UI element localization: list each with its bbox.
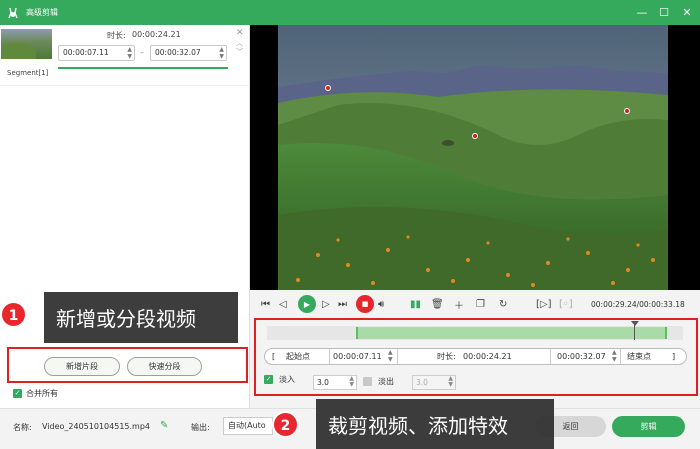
merge-all-checkbox[interactable]: ✓ <box>13 389 22 398</box>
add-icon[interactable]: ＋ <box>454 295 464 313</box>
step-back-icon[interactable]: ◁ <box>279 295 287 313</box>
fade-out-checkbox[interactable] <box>363 377 372 386</box>
delete-icon[interactable]: 🗑︎ <box>431 295 444 313</box>
video-preview-area[interactable] <box>250 25 700 290</box>
end-point-input[interactable]: 00:00:32.07 <box>557 349 606 364</box>
callout-1-badge: 1 <box>0 301 27 328</box>
output-label: 输出: <box>191 423 210 432</box>
trim-points-row: [ 起始点 00:00:07.11 ▲ ▼ 时长: 00:00:24.21 00:… <box>264 348 687 365</box>
filename-value: Video_240510104515.mp4 <box>42 422 150 431</box>
segment-end-value: 00:00:32.07 <box>155 48 201 57</box>
segment-duration-label: 时长: <box>107 31 126 40</box>
fade-out-spinner[interactable]: ▲ ▼ <box>448 376 453 388</box>
fade-out-value: 3.0 <box>416 378 428 387</box>
fade-in-label: 淡入 <box>279 375 295 384</box>
start-point-button[interactable]: 起始点 <box>286 349 310 364</box>
end-point-spinner[interactable]: ▲ ▼ <box>612 349 617 364</box>
end-bracket: ] <box>672 352 676 361</box>
volume-icon[interactable]: 🔊︎ <box>378 295 384 313</box>
keyframe-marker-3[interactable] <box>624 108 630 114</box>
trim-duration-label: 时长: <box>437 352 456 361</box>
minimize-button[interactable]: — <box>631 0 653 25</box>
set-out-point-icon[interactable]: [◦] <box>559 295 573 313</box>
callout-1-text: 新增或分段视频 <box>56 307 196 331</box>
window-title: 高级剪辑 <box>26 8 58 17</box>
keyframe-marker-1[interactable] <box>325 85 331 91</box>
segment-move-down-icon[interactable]: ﹀ <box>236 47 243 57</box>
trim-duration-value: 00:00:24.21 <box>463 352 512 361</box>
fade-in-checkbox[interactable]: ✓ <box>264 375 273 384</box>
play-button[interactable]: ▶ <box>298 295 316 313</box>
start-point-spinner[interactable]: ▲ ▼ <box>388 349 393 364</box>
cut-button[interactable]: 剪辑 <box>612 416 685 437</box>
range-dash: – <box>140 48 144 57</box>
start-point-input[interactable]: 00:00:07.11 <box>333 349 382 364</box>
copy-icon[interactable]: ❐ <box>476 295 485 313</box>
callout-2-text: 裁剪视频、添加特效 <box>328 413 508 438</box>
filename-label: 名称: <box>13 423 32 432</box>
trim-timeline[interactable] <box>267 321 683 340</box>
segment-start-spinner[interactable]: ▲ ▼ <box>127 46 132 60</box>
new-clip-button[interactable]: 新增片段 <box>44 357 120 376</box>
segment-end-spinner[interactable]: ▲ ▼ <box>219 46 224 60</box>
callout-2-badge: 2 <box>272 411 299 438</box>
maximize-button[interactable]: ☐ <box>653 0 675 25</box>
merge-all-label: 合并所有 <box>26 389 58 398</box>
video-frame[interactable] <box>278 25 668 290</box>
playhead-handle[interactable] <box>631 321 639 326</box>
fade-in-spinner[interactable]: ▲ ▼ <box>349 376 354 388</box>
segment-start-input[interactable]: 00:00:07.11 ▲ ▼ <box>58 45 135 61</box>
trim-selection-range[interactable] <box>356 327 667 339</box>
callout-new-or-split: 新增或分段视频 <box>44 292 238 343</box>
video-landscape-image <box>278 25 668 290</box>
quick-split-button[interactable]: 快速分段 <box>127 357 202 376</box>
step-forward-icon[interactable]: ▷ <box>322 295 330 313</box>
fade-in-row[interactable]: ✓ 淡入 <box>264 374 295 385</box>
divider <box>0 85 250 86</box>
fade-in-input[interactable]: 3.0 ▲ ▼ <box>313 375 357 390</box>
segment-label: Segment[1] <box>7 69 49 77</box>
end-point-button[interactable]: 结束点 <box>627 349 651 364</box>
output-format-select[interactable]: 自动(Auto <box>223 417 273 435</box>
app-logo-icon <box>6 6 20 20</box>
segment-card[interactable]: Segment[1] 时长: 00:00:24.21 00:00:07.11 ▲… <box>0 25 250 80</box>
fade-in-value: 3.0 <box>317 378 329 387</box>
edit-filename-icon[interactable]: ✎ <box>160 420 168 431</box>
playback-controls: ⏮ ◁ ▶ ▷ ⏭ ■ 🔊︎ ▮▮ 🗑︎ ＋ ❐ ↻ [▷] [◦] 00:00… <box>250 290 700 318</box>
fade-out-input[interactable]: 3.0 ▲ ▼ <box>412 375 456 390</box>
callout-trim-effects: 裁剪视频、添加特效 <box>316 399 554 449</box>
title-bar: 高级剪辑 — ☐ ✕ <box>0 0 700 25</box>
segment-end-input[interactable]: 00:00:32.07 ▲ ▼ <box>150 45 227 61</box>
rotate-icon[interactable]: ↻ <box>499 295 507 313</box>
split-icon[interactable]: ▮▮ <box>410 295 421 313</box>
segment-progress-bar <box>58 67 228 69</box>
segment-thumbnail[interactable] <box>1 29 52 59</box>
skip-end-icon[interactable]: ⏭ <box>338 295 347 313</box>
segment-duration-value: 00:00:24.21 <box>132 30 181 39</box>
stop-button[interactable]: ■ <box>356 295 374 313</box>
keyframe-marker-2[interactable] <box>472 133 478 139</box>
fade-out-row[interactable]: 淡出 <box>363 376 394 387</box>
playback-timecode: 00:00:29.24/00:00:33.18 <box>591 300 685 309</box>
skip-start-icon[interactable]: ⏮ <box>261 295 270 313</box>
close-button[interactable]: ✕ <box>676 0 698 25</box>
segment-start-value: 00:00:07.11 <box>63 48 109 57</box>
fade-out-label: 淡出 <box>378 377 394 386</box>
merge-all-checkbox-row[interactable]: ✓ 合并所有 <box>13 388 58 399</box>
segment-delete-icon[interactable]: ✕ <box>236 28 244 38</box>
start-bracket: [ <box>272 352 276 361</box>
set-in-point-icon[interactable]: [▷] <box>536 295 552 313</box>
